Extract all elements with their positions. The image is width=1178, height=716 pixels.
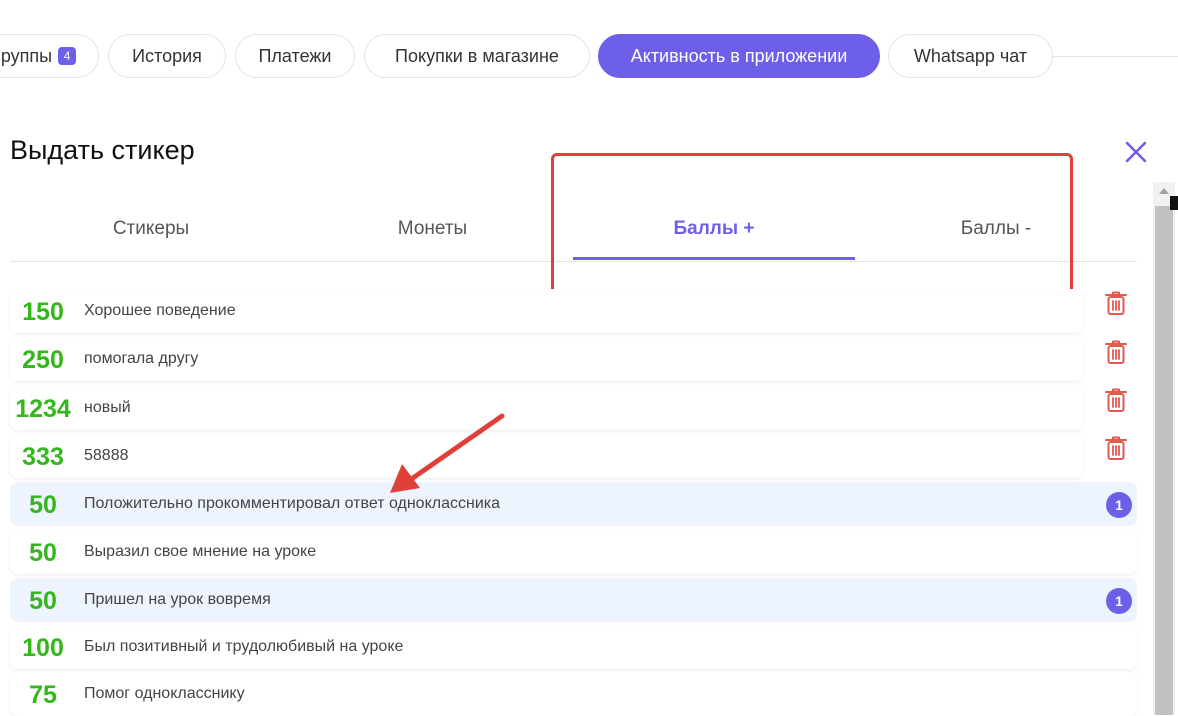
- trash-icon[interactable]: [1104, 339, 1128, 365]
- list-item-selected[interactable]: 50 Пришел на урок вовремя 1: [10, 578, 1137, 622]
- list-item[interactable]: 333 58888: [10, 434, 1083, 478]
- tab-store-purchases[interactable]: Покупки в магазине: [364, 34, 590, 78]
- tab-groups-label: руппы: [0, 45, 53, 66]
- list-item[interactable]: 1234 новый: [10, 386, 1083, 430]
- issued-count-badge: 1: [1106, 492, 1132, 518]
- trash-icon[interactable]: [1104, 290, 1128, 316]
- tab-history-label: История: [132, 45, 202, 66]
- item-label: Помог однокласснику: [84, 685, 245, 702]
- trash-icon[interactable]: [1104, 435, 1128, 461]
- points-value: 150: [22, 298, 64, 326]
- active-tab-indicator: [573, 257, 855, 260]
- item-label: Был позитивный и трудолюбивый на уроке: [84, 638, 404, 655]
- tab-points-minus[interactable]: Баллы -: [855, 200, 1137, 258]
- scroll-up-arrow-icon[interactable]: [1159, 188, 1169, 194]
- points-type-tabs: Стикеры Монеты Баллы + Баллы -: [10, 200, 1137, 262]
- scrollbar-thumb[interactable]: [1155, 206, 1173, 715]
- item-label: Пришел на урок вовремя: [84, 591, 271, 608]
- close-button[interactable]: [1122, 138, 1150, 166]
- scrollbar[interactable]: [1153, 182, 1175, 715]
- tab-store-purchases-label: Покупки в магазине: [395, 45, 559, 66]
- tab-stickers[interactable]: Стикеры: [10, 200, 292, 258]
- points-value: 50: [29, 539, 57, 567]
- tab-whatsapp-chat[interactable]: Whatsapp чат: [888, 34, 1053, 78]
- item-label: Выразил свое мнение на уроке: [84, 543, 317, 560]
- close-icon: [1125, 141, 1147, 163]
- list-item[interactable]: 75 Помог однокласснику: [10, 672, 1137, 716]
- tab-app-activity[interactable]: Активность в приложении: [598, 34, 880, 78]
- item-label: Хорошее поведение: [84, 302, 236, 319]
- item-label: Положительно прокомментировал ответ одно…: [84, 495, 501, 512]
- tab-payments-label: Платежи: [258, 45, 332, 66]
- item-label: помогала другу: [84, 350, 199, 367]
- tab-whatsapp-chat-label: Whatsapp чат: [913, 45, 1028, 66]
- modal-title: Выдать стикер: [10, 135, 195, 165]
- tab-coins[interactable]: Монеты: [292, 200, 573, 258]
- points-value: 333: [22, 443, 64, 471]
- trash-icon[interactable]: [1104, 387, 1128, 413]
- points-value: 75: [29, 681, 57, 709]
- list-item-selected[interactable]: 50 Положительно прокомментировал ответ о…: [10, 482, 1137, 526]
- points-value: 50: [29, 491, 57, 519]
- list-item[interactable]: 250 помогала другу: [10, 337, 1083, 381]
- points-value: 1234: [15, 395, 71, 423]
- points-value: 100: [22, 634, 64, 662]
- tab-groups[interactable]: руппы 4: [0, 34, 99, 78]
- tab-app-activity-label: Активность в приложении: [630, 45, 848, 66]
- top-tab-bar: руппы 4 История Платежи Покупки в магази…: [0, 0, 1178, 112]
- issued-count-badge: 1: [1106, 588, 1132, 614]
- item-label: 58888: [84, 447, 129, 464]
- tab-groups-count-badge: 4: [58, 47, 77, 65]
- points-value: 50: [29, 587, 57, 615]
- list-item[interactable]: 50 Выразил свое мнение на уроке: [10, 530, 1137, 574]
- list-item[interactable]: 150 Хорошее поведение: [10, 289, 1083, 333]
- item-label: новый: [84, 399, 131, 416]
- tab-payments[interactable]: Платежи: [235, 34, 355, 78]
- tab-bar-divider: [1052, 56, 1178, 57]
- list-item[interactable]: 100 Был позитивный и трудолюбивый на уро…: [10, 625, 1137, 669]
- points-value: 250: [22, 346, 64, 374]
- tab-history[interactable]: История: [108, 34, 226, 78]
- tab-points-plus[interactable]: Баллы +: [573, 200, 855, 258]
- cropped-edge-element: [1170, 196, 1178, 210]
